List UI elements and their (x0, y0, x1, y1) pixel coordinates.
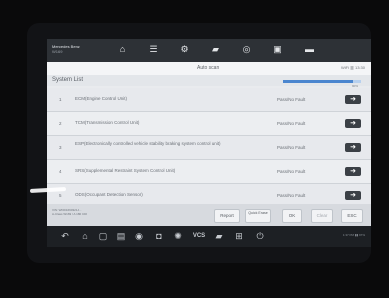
scan-result: Pass/No Fault (277, 169, 306, 174)
ok-button[interactable]: OK (282, 209, 302, 223)
scan-result: Pass/No Fault (277, 145, 306, 150)
system-status: 1:37 PM ▮▮ 97% (342, 233, 365, 237)
car-icon[interactable]: ▰ (210, 44, 221, 55)
scan-result: Pass/No Fault (277, 121, 306, 126)
vehicle-icon[interactable]: ☰ (148, 44, 159, 55)
system-name: ESP(Electronically controlled vehicle st… (75, 141, 221, 146)
open-arrow-icon[interactable]: ➜ (345, 143, 361, 152)
brightness-icon[interactable]: ✺ (172, 230, 184, 242)
system-name: ODS(Occupant Detection Sensor) (75, 192, 143, 197)
row-number: 3 (59, 145, 62, 150)
row-number: 2 (59, 121, 62, 126)
open-arrow-icon[interactable]: ➜ (345, 119, 361, 128)
settings-icon[interactable]: ⚙ (179, 44, 190, 55)
open-arrow-icon[interactable]: ➜ (345, 191, 361, 200)
brand-subtitle: W169 (52, 49, 63, 54)
browser-icon[interactable]: ◎ (241, 44, 252, 55)
open-arrow-icon[interactable]: ➜ (345, 95, 361, 104)
status-indicators: WiFi ▥ 13:30 (340, 65, 365, 70)
vehicle-info-line-2: A-Class W169 / A 180 CDI (52, 212, 88, 216)
tablet-screen: Mercedes Benz W169 ⌂ ☰ ⚙ ▰ ◎ ▣ ▬ Auto sc… (47, 39, 371, 247)
system-list: 1 ECM(Engine Control Unit) Pass/No Fault… (47, 88, 371, 208)
home-icon[interactable]: ⌂ (79, 230, 91, 242)
action-footer: VIN: WDD1690321J... A-Class W169 / A 180… (47, 204, 371, 226)
scan-result: Pass/No Fault (277, 193, 306, 198)
vehicle-info: VIN: WDD1690321J... A-Class W169 / A 180… (52, 208, 87, 216)
vcs-label[interactable]: VCS (190, 230, 208, 242)
row-number: 1 (59, 97, 62, 102)
open-arrow-icon[interactable]: ➜ (345, 167, 361, 176)
report-button[interactable]: Report (214, 209, 240, 223)
top-toolbar: Mercedes Benz W169 ⌂ ☰ ⚙ ▰ ◎ ▣ ▬ (47, 39, 371, 62)
quick-erase-button[interactable]: Quick Erase (245, 209, 271, 223)
system-row-tcm[interactable]: 2 TCM(Transmission Control Unit) Pass/No… (47, 112, 371, 136)
scan-result: Pass/No Fault (277, 97, 306, 102)
home-icon[interactable]: ⌂ (117, 44, 128, 55)
system-row-esp[interactable]: 3 ESP(Electronically controlled vehicle … (47, 136, 371, 160)
android-nav-bar: ↶ ⌂ ▢ ▤ ◉ ◘ ✺ VCS ▰ ⊞ ⏻ 1:37 PM ▮▮ 97% (47, 226, 371, 247)
browser-icon[interactable]: ◉ (133, 230, 145, 242)
recent-apps-icon[interactable]: ▢ (97, 230, 109, 242)
system-row-ecm[interactable]: 1 ECM(Engine Control Unit) Pass/No Fault… (47, 88, 371, 112)
car-icon[interactable]: ▰ (213, 230, 225, 242)
page-title: Auto scan (197, 65, 220, 71)
back-icon[interactable]: ↶ (59, 230, 71, 242)
menu-icon[interactable]: ▤ (115, 230, 127, 242)
vehicle-brand: Mercedes Benz W169 (52, 44, 80, 54)
system-name: TCM(Transmission Control Unit) (75, 120, 140, 125)
scan-progress-fill (283, 80, 354, 83)
system-list-title: System List (52, 77, 84, 83)
row-number: 4 (59, 169, 62, 174)
system-name: SRS(Supplemental Restraint System Contro… (75, 168, 176, 173)
system-name: ECM(Engine Control Unit) (75, 96, 128, 101)
network-icon[interactable]: ⊞ (233, 230, 245, 242)
scan-progress-bar (283, 80, 361, 83)
camera-icon[interactable]: ◘ (153, 230, 165, 242)
clear-button[interactable]: Clear (311, 209, 333, 223)
esc-button[interactable]: ESC (341, 209, 363, 223)
help-icon[interactable]: ▬ (304, 44, 315, 55)
screen-subheader: Auto scan WiFi ▥ 13:30 (47, 62, 371, 75)
print-icon[interactable]: ▣ (272, 44, 283, 55)
system-row-srs[interactable]: 4 SRS(Supplemental Restraint System Cont… (47, 160, 371, 184)
power-icon[interactable]: ⏻ (254, 230, 266, 242)
row-number: 5 (59, 193, 62, 198)
